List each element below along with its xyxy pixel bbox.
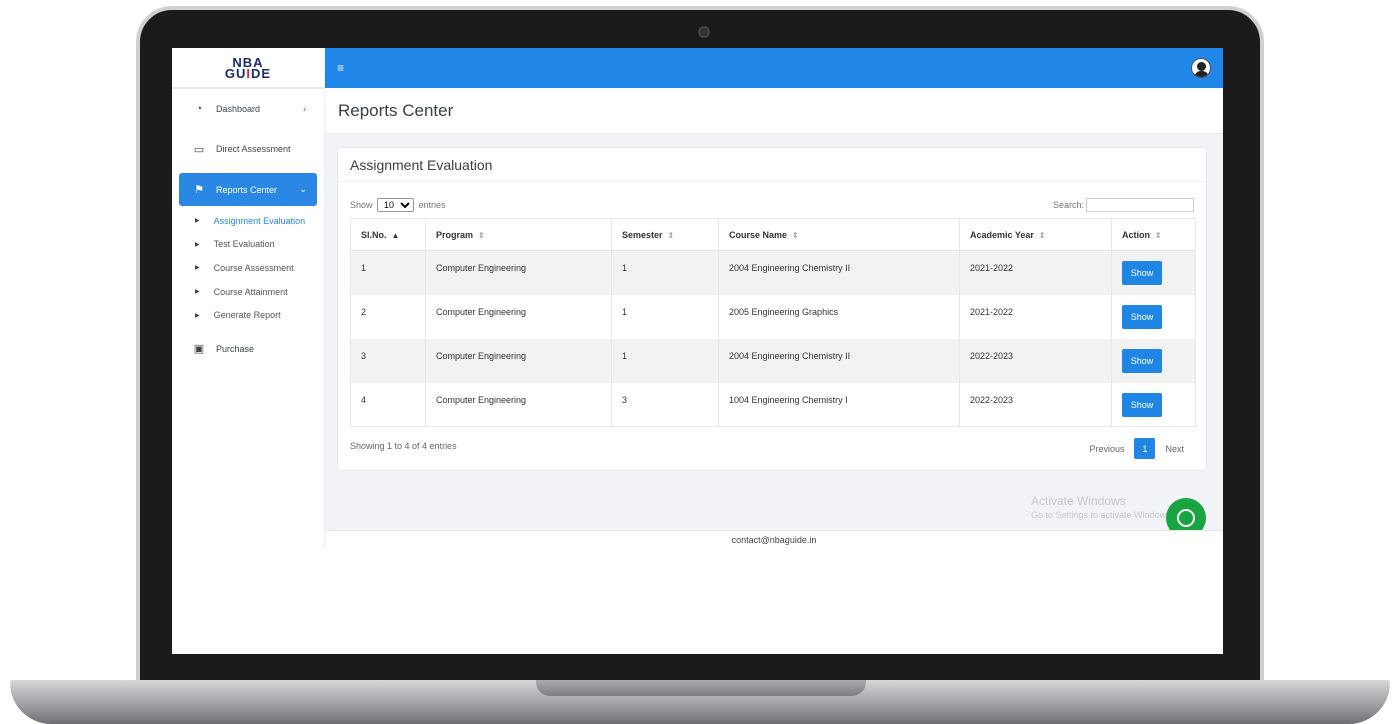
- logo[interactable]: NBA GUIDE: [172, 48, 324, 89]
- pagination: Previous 1 Next: [1079, 438, 1194, 459]
- next-button[interactable]: Next: [1165, 444, 1184, 454]
- main-content: Reports Center Assignment Evaluation Sho…: [325, 88, 1223, 548]
- sidebar: NBA GUIDE ◔ Dashboard › ▭ Direct Assessm…: [172, 48, 325, 548]
- column-header-semester[interactable]: Semester ⇕: [611, 218, 719, 251]
- page-1-button[interactable]: 1: [1134, 438, 1156, 459]
- column-header-academic-year[interactable]: Academic Year ⇕: [959, 218, 1112, 251]
- card-title: Assignment Evaluation: [338, 148, 1206, 182]
- show-button[interactable]: Show: [1122, 348, 1162, 373]
- bullet-icon: ▶: [195, 218, 200, 225]
- bullet-icon: ▶: [195, 289, 200, 296]
- sort-icon: ⇕: [1038, 230, 1046, 240]
- sidebar-item-direct-assessment[interactable]: ▭ Direct Assessment: [172, 131, 324, 167]
- money-icon: ▣: [193, 343, 205, 356]
- activate-windows-watermark: Activate Windows Go to Settings to activ…: [1031, 494, 1174, 520]
- contact-email[interactable]: contact@nbaguide.in: [732, 535, 817, 545]
- search-control: Search:: [1053, 198, 1194, 212]
- submenu-course-assessment[interactable]: ▶ Course Assessment: [172, 256, 324, 280]
- sidebar-item-purchase[interactable]: ▣ Purchase: [172, 331, 324, 367]
- reports-submenu: ▶ Assignment Evaluation ▶ Test Evaluation …: [172, 209, 324, 327]
- sort-icon: ⇕: [478, 230, 485, 240]
- camera: [698, 26, 710, 38]
- show-button[interactable]: Show: [1122, 261, 1162, 285]
- submenu-course-attainment[interactable]: ▶ Course Attainment: [172, 280, 324, 304]
- sidebar-item-label: Purchase: [216, 343, 255, 354]
- sort-icon: ⇕: [667, 230, 675, 240]
- table-row: 3 Computer Engineering 1 2004 Engineerin…: [350, 338, 1196, 383]
- avatar[interactable]: [1191, 58, 1211, 78]
- id-card-icon: ▭: [193, 143, 205, 156]
- bullet-icon: ▶: [195, 265, 200, 272]
- sidebar-item-label: Reports Center: [216, 184, 278, 195]
- table-row: 4 Computer Engineering 3 1004 Engineerin…: [350, 382, 1196, 427]
- column-header-action[interactable]: Action ⇕: [1111, 218, 1196, 251]
- submenu-assignment-evaluation[interactable]: ▶ Assignment Evaluation: [172, 209, 324, 233]
- sidebar-item-reports-center[interactable]: ⚑ Reports Center ⌄: [179, 173, 317, 206]
- column-header-course-name[interactable]: Course Name ⇕: [718, 218, 960, 251]
- submenu-test-evaluation[interactable]: ▶ Test Evaluation: [172, 233, 324, 257]
- bullet-icon: ▶: [195, 241, 200, 248]
- chevron-right-icon: ›: [303, 104, 306, 114]
- table-controls: Show 10 entries Search:: [350, 198, 1194, 212]
- menu-icon[interactable]: ≡: [337, 61, 344, 75]
- sort-icon: ⇕: [792, 230, 799, 240]
- sidebar-item-dashboard[interactable]: ◔ Dashboard ›: [172, 91, 324, 127]
- flag-icon: ⚑: [194, 184, 204, 196]
- table-info: Showing 1 to 4 of 4 entries: [350, 441, 457, 451]
- assignment-evaluation-card: Assignment Evaluation Show 10 entries Se…: [337, 147, 1207, 471]
- show-button[interactable]: Show: [1122, 304, 1162, 329]
- laptop-notch: [536, 680, 866, 696]
- entries-label: entries: [418, 200, 446, 210]
- table-row: 1 Computer Engineering 1 2004 Engineerin…: [350, 250, 1196, 295]
- show-button[interactable]: Show: [1122, 392, 1162, 417]
- screen: NBA GUIDE ◔ Dashboard › ▭ Direct Assessm…: [172, 48, 1223, 654]
- column-header-program[interactable]: Program ⇕: [425, 218, 612, 251]
- sort-icon: ⇕: [1155, 230, 1162, 240]
- page-title: Reports Center: [325, 88, 1223, 134]
- page-size-control: Show 10 entries: [350, 198, 446, 212]
- chevron-down-icon: ⌄: [299, 184, 307, 194]
- show-label: Show: [350, 200, 373, 210]
- evaluation-table: Sl.No. ▲ Program ⇕ Semester ⇕ Course Name ⇕ …: [350, 218, 1196, 427]
- previous-button[interactable]: Previous: [1089, 444, 1124, 454]
- submenu-generate-report[interactable]: ▶ Generate Report: [172, 303, 324, 327]
- logo-line2: GUIDE: [224, 65, 272, 81]
- bullet-icon: ▶: [195, 312, 200, 319]
- search-label: Search:: [1052, 200, 1084, 210]
- page-footer: contact@nbaguide.in: [325, 530, 1223, 548]
- column-header-slno[interactable]: Sl.No. ▲: [350, 218, 426, 251]
- dashboard-icon: ◔: [195, 103, 203, 115]
- page-size-select[interactable]: 10: [377, 198, 415, 212]
- topbar: ≡: [325, 48, 1223, 88]
- table-row: 2 Computer Engineering 1 2005 Engineerin…: [350, 294, 1196, 339]
- sidebar-item-label: Dashboard: [216, 104, 261, 114]
- sort-asc-icon: ▲: [391, 230, 400, 240]
- sidebar-item-label: Direct Assessment: [216, 144, 291, 154]
- search-input[interactable]: [1086, 198, 1194, 212]
